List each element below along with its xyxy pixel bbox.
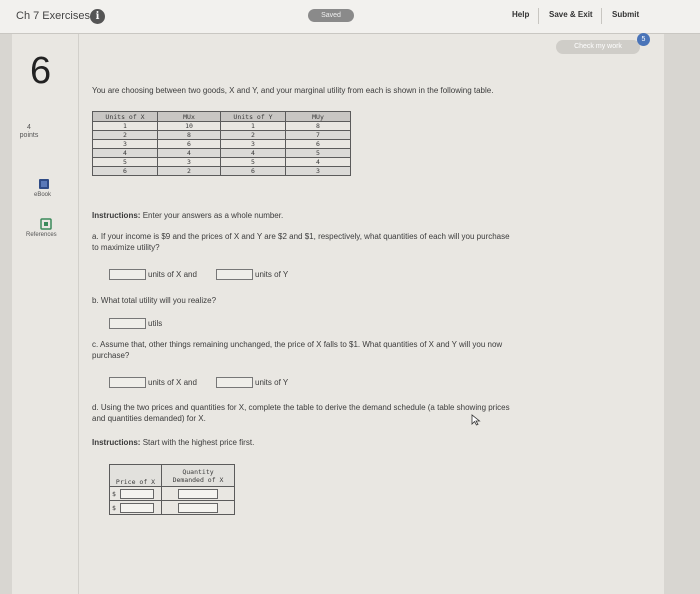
units-x-label: units of X and (148, 270, 197, 279)
info-icon[interactable]: i (90, 9, 105, 24)
instructions-2-text: Start with the highest price first. (142, 438, 255, 447)
help-button[interactable]: Help (512, 10, 529, 19)
question-intro: You are choosing between two goods, X an… (92, 86, 494, 95)
marginal-utility-table: Units of X MUx Units of Y MUy 1 10 1 8 2… (92, 111, 351, 176)
references-label[interactable]: References (26, 232, 57, 238)
part-a-units-x-input[interactable] (109, 269, 146, 280)
assignment-title: Ch 7 Exercises (16, 10, 90, 22)
table-cell: 8 (285, 121, 351, 131)
table-cell: 8 (157, 130, 221, 140)
table-cell: 1 (92, 121, 158, 131)
part-d-text: d. Using the two prices and quantities f… (92, 403, 510, 412)
part-a-text-2: to maximize utility? (92, 243, 160, 252)
quantity-input-1[interactable] (178, 488, 218, 499)
quantity-input-2[interactable] (178, 502, 218, 513)
instructions-label: Instructions: (92, 211, 141, 220)
instructions-2: Instructions: Start with the highest pri… (92, 438, 254, 447)
instructions-text: Enter your answers as a whole number. (142, 211, 284, 220)
table-row: 2 8 2 7 (92, 130, 351, 140)
table-row: $ (109, 486, 235, 501)
table-row: 5 3 5 4 (92, 157, 351, 167)
units-x-label-c: units of X and (148, 378, 197, 387)
quantity-header: Quantity Demanded of X (161, 464, 235, 487)
price-cell: $ (109, 500, 162, 515)
saved-status-badge: Saved (308, 9, 354, 22)
points-label: points (19, 132, 39, 139)
divider (601, 8, 602, 24)
part-b-text: b. What total utility will you realize? (92, 296, 217, 305)
part-b-utils-input[interactable] (109, 318, 146, 329)
instructions: Instructions: Enter your answers as a wh… (92, 211, 283, 220)
utils-label: utils (148, 319, 163, 328)
save-exit-button[interactable]: Save & Exit (549, 10, 593, 19)
points-value: 4 (27, 124, 31, 131)
part-a-text: a. If your income is $9 and the prices o… (92, 232, 510, 241)
table-cell: 6 (220, 166, 286, 176)
table-cell: 6 (285, 139, 351, 149)
table-cell: 3 (157, 157, 221, 167)
mux-header: MUx (157, 111, 221, 122)
table-cell: 4 (92, 148, 158, 158)
quantity-header-line2: Demanded of X (172, 475, 224, 484)
table-cell: 10 (157, 121, 221, 131)
references-icon[interactable] (40, 218, 52, 230)
instructions-2-label: Instructions: (92, 438, 141, 447)
quantity-cell (161, 500, 235, 515)
price-cell: $ (109, 486, 162, 501)
units-y-label: units of Y (255, 270, 289, 279)
table-row: $ (109, 500, 235, 515)
table-cell: 5 (285, 148, 351, 158)
table-row: 4 4 4 5 (92, 148, 351, 158)
part-a-units-y-input[interactable] (216, 269, 253, 280)
price-header: Price of X (109, 464, 162, 487)
units-y-label-c: units of Y (255, 378, 289, 387)
table-cell: 4 (220, 148, 286, 158)
check-my-work-button[interactable]: Check my work (556, 40, 640, 54)
table-cell: 7 (285, 130, 351, 140)
units-x-header: Units of X (92, 111, 158, 122)
table-row: 3 6 3 6 (92, 139, 351, 149)
table-cell: 2 (92, 130, 158, 140)
table-cell: 2 (220, 130, 286, 140)
mouse-cursor-icon (471, 414, 481, 426)
table-cell: 4 (157, 148, 221, 158)
price-input-1[interactable] (119, 488, 154, 499)
table-cell: 4 (285, 157, 351, 167)
check-count-badge: 5 (637, 33, 650, 46)
table-cell: 5 (92, 157, 158, 167)
table-cell: 6 (157, 139, 221, 149)
table-cell: 3 (220, 139, 286, 149)
table-cell: 1 (220, 121, 286, 131)
table-row: 1 10 1 8 (92, 121, 351, 131)
part-c-units-x-input[interactable] (109, 377, 146, 388)
table-header-row: Units of X MUx Units of Y MUy (92, 111, 351, 122)
table-cell: 3 (92, 139, 158, 149)
divider (538, 8, 539, 24)
question-number: 6 (30, 50, 52, 92)
table-cell: 6 (92, 166, 158, 176)
table-row: 6 2 6 3 (92, 166, 351, 176)
part-c-text: c. Assume that, other things remaining u… (92, 340, 503, 349)
table-cell: 3 (285, 166, 351, 176)
quantity-cell (161, 486, 235, 501)
table-cell: 5 (220, 157, 286, 167)
top-bar: Ch 7 Exercises i Saved Help Save & Exit … (0, 0, 700, 34)
price-input-2[interactable] (119, 502, 154, 513)
units-y-header: Units of Y (220, 111, 286, 122)
currency-symbol: $ (112, 489, 116, 498)
demand-schedule-table: Price of X Quantity Demanded of X $ $ (109, 464, 235, 515)
ebook-icon[interactable] (38, 178, 50, 190)
points-info: 4 points (18, 124, 40, 140)
part-d-text-2: and quantities demanded) for X. (92, 414, 206, 423)
part-c-text-2: purchase? (92, 351, 130, 360)
currency-symbol: $ (112, 503, 116, 512)
ebook-label[interactable]: eBook (34, 192, 51, 198)
submit-button[interactable]: Submit (612, 10, 639, 19)
table-cell: 2 (157, 166, 221, 176)
muy-header: MUy (285, 111, 351, 122)
table-header-row: Price of X Quantity Demanded of X (109, 464, 235, 487)
sidebar-divider (78, 34, 79, 594)
part-c-units-y-input[interactable] (216, 377, 253, 388)
quantity-header-line1: Quantity (182, 467, 214, 476)
